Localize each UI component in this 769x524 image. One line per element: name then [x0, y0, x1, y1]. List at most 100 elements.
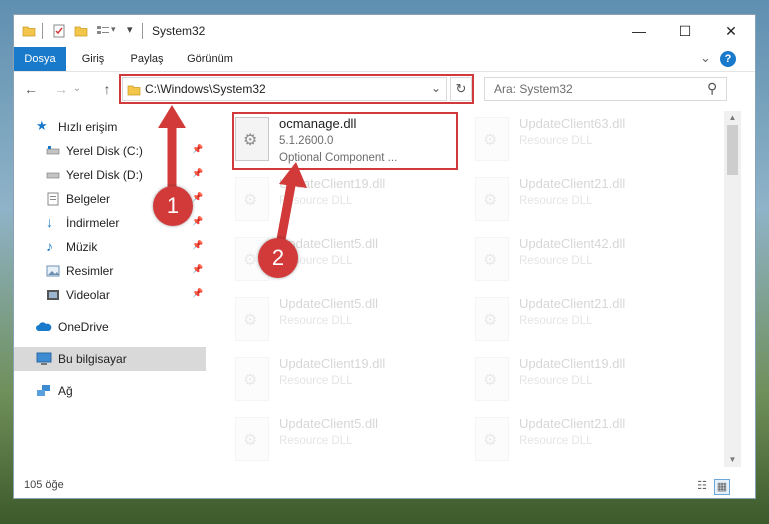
- scroll-down-icon[interactable]: ▼: [724, 453, 741, 467]
- sidebar-item-label: İndirmeler: [66, 216, 120, 230]
- pin-icon[interactable]: 📌: [192, 144, 203, 155]
- file-description: Resource DLL: [519, 435, 593, 447]
- dll-file-icon: [475, 357, 509, 401]
- help-icon[interactable]: ?: [720, 51, 736, 67]
- file-tile[interactable]: UpdateClient5.dll Resource DLL: [231, 293, 461, 351]
- file-highlight-box: [232, 112, 458, 170]
- drive-icon: [46, 172, 60, 179]
- dll-file-icon: [235, 297, 269, 341]
- tab-share[interactable]: Paylaş: [122, 47, 172, 71]
- pin-icon[interactable]: 📌: [192, 288, 203, 299]
- step-2-badge: 2: [258, 238, 298, 278]
- file-name: UpdateClient5.dll: [279, 296, 379, 311]
- explorer-window: ▾ ▾ System32 — ☐ ✕ Dosya Giriş Paylaş Gö…: [13, 14, 756, 499]
- file-name: UpdateClient19.dll: [279, 176, 386, 191]
- star-icon: ★: [36, 118, 48, 133]
- search-icon[interactable]: ⚲: [707, 80, 717, 97]
- sidebar-item-label: Ağ: [58, 384, 73, 398]
- pin-icon[interactable]: 📌: [192, 192, 203, 203]
- new-folder-icon[interactable]: [74, 24, 88, 38]
- maximize-button[interactable]: ☐: [662, 15, 708, 47]
- pin-icon[interactable]: 📌: [192, 168, 203, 179]
- sidebar-item-network[interactable]: Ağ: [14, 379, 206, 403]
- recent-locations-button[interactable]: ⌄: [70, 78, 84, 100]
- pin-icon[interactable]: 📌: [192, 264, 203, 275]
- file-tile[interactable]: UpdateClient21.dll Resource DLL: [471, 293, 701, 351]
- ribbon-expand-icon[interactable]: ⌄: [700, 50, 711, 66]
- large-icons-view-icon[interactable]: ▦: [714, 479, 730, 495]
- step-1-badge: 1: [153, 186, 193, 226]
- customize-chevron-icon[interactable]: ▾: [111, 24, 116, 35]
- file-tile[interactable]: UpdateClient19.dll Resource DLL: [471, 353, 701, 411]
- download-icon: ↓: [46, 214, 53, 230]
- forward-button[interactable]: →: [50, 78, 72, 100]
- properties-icon[interactable]: [52, 24, 66, 38]
- sidebar-item-label: Yerel Disk (C:): [66, 144, 143, 158]
- pin-icon[interactable]: 📌: [192, 240, 203, 251]
- sidebar-item-onedrive[interactable]: OneDrive: [14, 315, 206, 339]
- dll-file-icon: [475, 117, 509, 161]
- title-bar: ▾ ▾ System32 — ☐ ✕: [14, 15, 755, 47]
- music-icon: ♪: [46, 238, 53, 254]
- scroll-up-icon[interactable]: ▲: [724, 111, 741, 125]
- sidebar-item-pictures[interactable]: Resimler 📌: [14, 259, 206, 283]
- quick-access-menu-icon[interactable]: ▾: [127, 23, 133, 36]
- videos-icon: [47, 290, 59, 300]
- separator: [142, 23, 143, 39]
- separator: [42, 23, 43, 39]
- pin-icon[interactable]: 📌: [192, 216, 203, 227]
- address-highlight-box: [119, 74, 474, 104]
- dll-file-icon: [235, 417, 269, 461]
- close-button[interactable]: ✕: [708, 15, 754, 47]
- file-name: UpdateClient21.dll: [519, 296, 626, 311]
- sidebar-item-label: Videolar: [66, 288, 110, 302]
- scrollbar-thumb[interactable]: [727, 125, 738, 175]
- sidebar-item-disk-d[interactable]: Yerel Disk (D:) 📌: [14, 163, 206, 187]
- file-name: UpdateClient5.dll: [279, 416, 379, 431]
- file-tile[interactable]: UpdateClient21.dll Resource DLL: [471, 413, 701, 466]
- dll-file-icon: [475, 297, 509, 341]
- sidebar-item-label: Müzik: [66, 240, 98, 254]
- file-name: UpdateClient19.dll: [279, 356, 386, 371]
- vertical-scrollbar[interactable]: ▲ ▼: [724, 111, 741, 467]
- sidebar-item-quick-access[interactable]: ★ Hızlı erişim: [14, 115, 206, 139]
- sidebar-item-label: OneDrive: [58, 320, 109, 334]
- sidebar-item-videos[interactable]: Videolar 📌: [14, 283, 206, 307]
- sidebar-item-label: Resimler: [66, 264, 114, 278]
- minimize-button[interactable]: —: [616, 15, 662, 47]
- file-tile[interactable]: UpdateClient19.dll Resource DLL: [231, 353, 461, 411]
- network-icon: [37, 385, 50, 396]
- tab-home[interactable]: Giriş: [72, 47, 114, 71]
- file-tile[interactable]: UpdateClient19.dll Resource DLL: [231, 173, 461, 231]
- cloud-icon: [36, 322, 52, 331]
- file-description: Resource DLL: [519, 255, 593, 267]
- tab-view[interactable]: Görünüm: [180, 47, 240, 71]
- window-title: System32: [152, 24, 206, 38]
- file-tile[interactable]: UpdateClient63.dll Resource DLL: [471, 113, 701, 171]
- file-tile[interactable]: UpdateClient5.dll Resource DLL: [231, 413, 461, 466]
- view-options-icon[interactable]: [96, 24, 110, 38]
- file-tile[interactable]: UpdateClient42.dll Resource DLL: [471, 233, 701, 291]
- search-box[interactable]: Ara: System32 ⚲: [484, 77, 727, 101]
- sidebar-item-music[interactable]: ♪ Müzik 📌: [14, 235, 206, 259]
- navigation-pane: ★ Hızlı erişim Yerel Disk (C:) 📌 Yerel D…: [14, 111, 206, 466]
- documents-icon: [47, 192, 59, 206]
- details-view-icon[interactable]: ☷: [695, 479, 709, 493]
- drive-icon: [46, 146, 60, 155]
- file-description: Resource DLL: [519, 315, 593, 327]
- file-tile[interactable]: UpdateClient21.dll Resource DLL: [471, 173, 701, 231]
- file-name: UpdateClient63.dll: [519, 116, 626, 131]
- sidebar-item-this-pc[interactable]: Bu bilgisayar: [14, 347, 206, 371]
- back-button[interactable]: ←: [20, 78, 42, 100]
- sidebar-item-disk-c[interactable]: Yerel Disk (C:) 📌: [14, 139, 206, 163]
- dll-file-icon: [475, 417, 509, 461]
- file-description: Resource DLL: [279, 315, 353, 327]
- file-description: Resource DLL: [519, 375, 593, 387]
- search-placeholder[interactable]: Ara: System32: [494, 82, 573, 96]
- computer-icon: [36, 352, 52, 365]
- up-button[interactable]: ↑: [96, 78, 118, 100]
- folder-icon: [22, 26, 36, 37]
- sidebar-item-label: Yerel Disk (D:): [66, 168, 143, 182]
- sidebar-item-label: Hızlı erişim: [58, 120, 118, 134]
- tab-file[interactable]: Dosya: [14, 47, 66, 71]
